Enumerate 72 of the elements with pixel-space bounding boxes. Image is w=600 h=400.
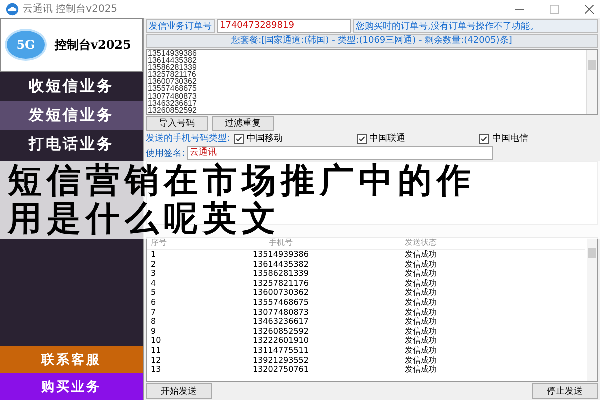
table-cell-text: 13514939386 xyxy=(252,250,310,260)
toolbar-button[interactable]: 导入号码 xyxy=(146,116,208,131)
table-cell-text: 13463236617 xyxy=(252,317,310,327)
column-header: 发送状态 xyxy=(404,238,438,249)
table-cell-text: 发信成功 xyxy=(404,298,438,308)
table-cell-text: 5 xyxy=(150,288,158,298)
table-cell-text: 13600730362 xyxy=(252,288,310,298)
table-cell-text: 2 xyxy=(150,260,158,270)
table-cell-text: 13921293552 xyxy=(252,356,310,366)
table-cell-text: 发信成功 xyxy=(404,365,438,375)
carrier-checkbox[interactable]: 中国联通 xyxy=(356,132,406,145)
table-cell-text: 13 xyxy=(150,365,162,375)
close-icon[interactable] xyxy=(585,4,594,14)
number-list-field[interactable]: 13514939386 13614435382 13586281339 13257821176 13600730362 13557468675 13077480873 13463236617 13260852592 xyxy=(146,49,598,115)
table-cell-text: 发信成功 xyxy=(404,260,438,270)
column-header: 手机号 xyxy=(268,238,294,249)
table-cell-text: 发信成功 xyxy=(404,269,438,279)
table-cell-text: 13257821176 xyxy=(252,278,310,288)
table-cell-text: 12 xyxy=(150,356,162,366)
carrier-checkbox[interactable]: 中国移动 xyxy=(234,132,284,145)
checkmark-icon xyxy=(480,134,488,142)
table-cell-text: 8 xyxy=(150,317,158,327)
signature-label: 使用签名: xyxy=(146,148,186,160)
checkmark-icon xyxy=(358,134,366,142)
stop-button[interactable]: 停止发送 xyxy=(532,383,598,399)
table-cell-text: 13114775511 xyxy=(252,346,310,356)
order-label: 发信业务订单号 xyxy=(146,19,215,33)
table-cell-text: 6 xyxy=(150,298,158,308)
start-button[interactable]: 开始发送 xyxy=(146,383,212,399)
carrier-checkbox[interactable]: 中国电信 xyxy=(479,132,528,145)
table-cell-text: 13202750761 xyxy=(252,365,310,375)
table-cell-text: 13557468675 xyxy=(252,298,310,308)
table-cell-text: 发信成功 xyxy=(404,346,438,356)
menu-item[interactable]: 发短信业务 xyxy=(0,101,143,130)
overlay-title: 短信营销在市场推广中的作用是什么呢英文 xyxy=(6,162,477,238)
table-cell-text: 13614435382 xyxy=(252,260,310,270)
menu-item[interactable]: 联系客服 xyxy=(0,346,143,373)
checkmark-icon xyxy=(235,134,244,142)
cloud-icon xyxy=(6,2,19,16)
table-cell-text: 4 xyxy=(150,278,158,288)
table-cell-text: 13586281339 xyxy=(252,269,310,279)
table-cell-text: 9 xyxy=(150,326,158,336)
logo-text: 控制台v2025 xyxy=(55,36,132,54)
table-cell-text: 13077480873 xyxy=(252,308,310,318)
table-cell-text: 1 xyxy=(150,250,158,260)
table-cell-text: 10 xyxy=(150,336,162,346)
table-cell-text: 11 xyxy=(150,346,162,356)
table-cell-text: 13222601910 xyxy=(252,336,310,346)
table-cell-text: 发信成功 xyxy=(404,317,438,327)
table-cell-text: 发信成功 xyxy=(404,250,438,260)
table-cell-text: 发信成功 xyxy=(404,326,438,336)
table-cell-text: 7 xyxy=(150,308,158,318)
logo-badge: 5G xyxy=(5,29,47,61)
signature-field[interactable]: 云通讯 xyxy=(187,146,494,160)
column-header: 序号 xyxy=(150,238,168,249)
window-title: 云通讯 控制台v2025 xyxy=(23,2,118,16)
order-field[interactable]: 1740473289819 xyxy=(217,19,351,33)
table-cell-text: 3 xyxy=(150,269,158,279)
menu-item[interactable]: 购买业务 xyxy=(0,373,143,400)
table-cell-text: 13260852592 xyxy=(252,326,310,336)
table-cell-text: 发信成功 xyxy=(404,308,438,318)
table-cell-text: 发信成功 xyxy=(404,278,438,288)
scrollbar[interactable] xyxy=(587,238,597,381)
package-info: 您套餐:[国家通道:(韩国) - 类型:(1069三网通) - 剩余数量:(42005)条] xyxy=(146,34,598,48)
maximize-icon[interactable] xyxy=(550,4,559,14)
table-cell-text: 发信成功 xyxy=(404,336,438,346)
table-cell-text: 发信成功 xyxy=(404,356,438,366)
carrier-label: 发送的手机号码类型: xyxy=(146,132,230,145)
toolbar-button[interactable]: 过滤重复 xyxy=(212,116,274,131)
order-note: 您购买时的订单号,没有订单号操作不了功能。 xyxy=(353,19,598,33)
table-cell-text: 发信成功 xyxy=(404,288,438,298)
scrollbar[interactable] xyxy=(586,50,597,114)
